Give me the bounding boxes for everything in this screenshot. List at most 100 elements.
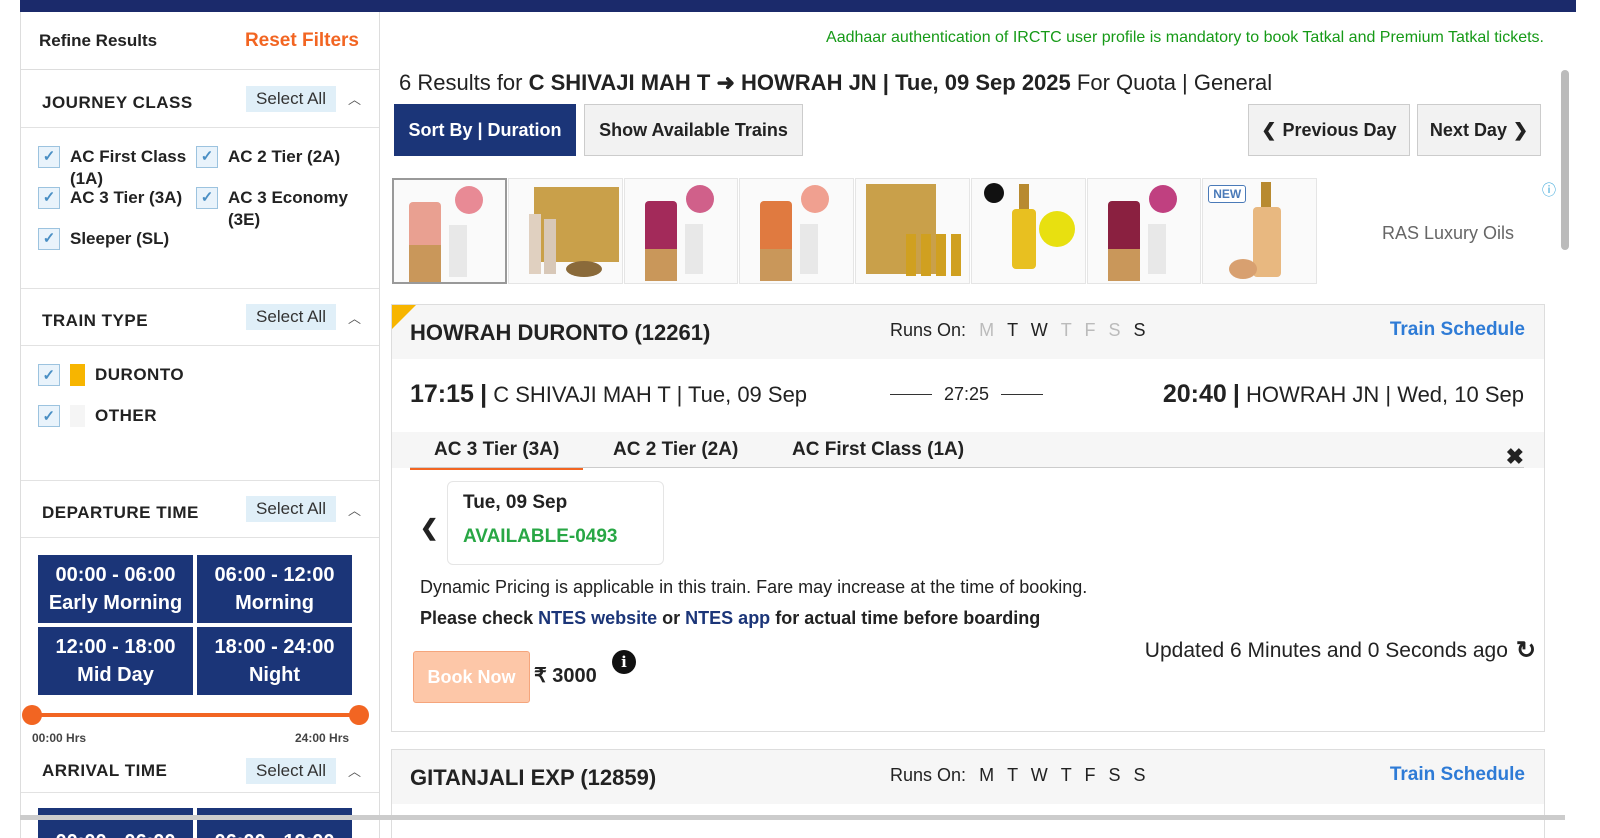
ad-product-lip-oil-wine[interactable]	[1086, 178, 1202, 284]
departure-time-select-all[interactable]: Select All	[246, 496, 336, 522]
runs-on: Runs On: M T W T F S S	[890, 765, 1146, 785]
arrival-time-header[interactable]: ARRIVAL TIME Select All ︿	[21, 749, 379, 793]
ad-new-badge: NEW	[1208, 185, 1247, 203]
class-tabs: AC 3 Tier (3A) AC 2 Tier (2A) AC First C…	[392, 432, 1544, 470]
sort-by-duration-button[interactable]: Sort By | Duration	[394, 104, 576, 156]
train-schedule-link[interactable]: Train Schedule	[1390, 764, 1525, 786]
checkbox-checked-icon[interactable]: ✓	[196, 146, 218, 168]
dynamic-pricing-note: Dynamic Pricing is applicable in this tr…	[420, 577, 1088, 597]
book-now-button[interactable]: Book Now	[413, 651, 530, 703]
train-type-other[interactable]: ✓ OTHER	[38, 405, 379, 427]
journey-class-select-all[interactable]: Select All	[246, 85, 336, 112]
ad-product-foundation[interactable]: NEW	[1202, 178, 1318, 284]
ad-product-lip-oil-orange[interactable]	[739, 178, 855, 284]
class-option-1a[interactable]: ✓ AC First Class (1A)	[38, 146, 195, 190]
updated-status: Updated 6 Minutes and 0 Seconds ago ↻	[1144, 636, 1536, 665]
ad-carousel: NEW	[392, 178, 1318, 284]
refine-title: Refine Results	[39, 30, 158, 50]
slider-max-label: 24:00 Hrs	[295, 731, 350, 745]
ad-info-icon[interactable]: ⓘ	[1542, 180, 1556, 200]
other-color-swatch	[70, 405, 85, 427]
fare-price: ₹ 3000	[534, 665, 597, 687]
booking-bar: Updated 6 Minutes and 0 Seconds ago ↻ Bo…	[392, 636, 1544, 731]
train-card-header: GITANJALI EXP (12859) Runs On: M T W T F…	[392, 750, 1544, 804]
previous-day-button[interactable]: ❮ Previous Day	[1248, 104, 1410, 156]
train-name: GITANJALI EXP (12859)	[410, 765, 657, 790]
class-option-3a[interactable]: ✓ AC 3 Tier (3A)	[38, 187, 182, 209]
journey-class-title: JOURNEY CLASS	[42, 92, 193, 112]
ntes-website-link[interactable]: NTES website	[538, 608, 657, 628]
chevron-left-icon[interactable]: ❮	[420, 515, 438, 541]
train-type-header[interactable]: TRAIN TYPE Select All ︿	[21, 288, 379, 346]
chevron-up-icon[interactable]: ︿	[348, 89, 361, 108]
slider-track	[33, 713, 359, 717]
checkbox-checked-icon[interactable]: ✓	[196, 187, 218, 209]
vertical-scrollbar[interactable]	[1561, 70, 1569, 250]
departure-info: 17:15 | C SHIVAJI MAH T | Tue, 09 Sep	[410, 380, 808, 408]
slider-min-label: 00:00 Hrs	[32, 731, 87, 745]
arrival-info: 20:40 | HOWRAH JN | Wed, 10 Sep	[1162, 380, 1524, 408]
departure-slot-night[interactable]: 18:00 - 24:00 Night	[197, 627, 352, 695]
departure-slot-morning[interactable]: 06:00 - 12:00 Morning	[197, 555, 352, 623]
availability-card[interactable]: Tue, 09 Sep AVAILABLE-0493	[447, 481, 664, 565]
checkbox-checked-icon[interactable]: ✓	[38, 228, 60, 250]
checkbox-checked-icon[interactable]: ✓	[38, 146, 60, 168]
show-available-trains-button[interactable]: Show Available Trains	[584, 104, 803, 156]
slider-max-handle[interactable]	[349, 705, 369, 725]
chevron-up-icon[interactable]: ︿	[348, 308, 361, 327]
arrival-slot-1[interactable]: 00:00 - 06:00	[38, 808, 193, 838]
results-main: Aadhaar authentication of IRCTC user pro…	[391, 12, 1557, 838]
ad-brand-name[interactable]: RAS Luxury Oils	[1382, 223, 1514, 244]
chevron-up-icon[interactable]: ︿	[348, 500, 361, 519]
tab-class-1a[interactable]: AC First Class (1A)	[792, 439, 964, 461]
class-option-3e[interactable]: ✓ AC 3 Economy (3E)	[196, 187, 358, 231]
horizontal-scrollbar[interactable]	[20, 815, 1565, 820]
ad-product-gift-set[interactable]	[507, 178, 623, 284]
departure-time-slider[interactable]: 00:00 Hrs 24:00 Hrs	[21, 695, 379, 755]
train-schedule-link[interactable]: Train Schedule	[1390, 319, 1525, 341]
next-day-button[interactable]: Next Day ❯	[1417, 104, 1541, 156]
close-icon[interactable]: ✖	[1506, 444, 1524, 470]
aadhaar-notice: Aadhaar authentication of IRCTC user pro…	[826, 29, 1544, 46]
train-type-options: ✓ DURONTO ✓ OTHER	[21, 346, 379, 492]
checkbox-checked-icon[interactable]: ✓	[38, 364, 60, 386]
results-summary: 6 Results for C SHIVAJI MAH T ➜ HOWRAH J…	[399, 70, 1273, 95]
departure-time-title: DEPARTURE TIME	[42, 503, 199, 522]
chevron-up-icon[interactable]: ︿	[348, 761, 361, 780]
train-type-select-all[interactable]: Select All	[246, 304, 336, 330]
ad-product-lip-oil-berry[interactable]	[623, 178, 739, 284]
journey-class-header[interactable]: JOURNEY CLASS Select All ︿	[21, 70, 379, 128]
top-bar	[20, 0, 1576, 12]
ad-product-lip-oil-pink[interactable]	[392, 178, 507, 284]
arrival-time-select-all[interactable]: Select All	[246, 757, 336, 784]
tab-underline	[410, 467, 1524, 468]
train-type-duronto[interactable]: ✓ DURONTO	[38, 364, 379, 386]
checkbox-checked-icon[interactable]: ✓	[38, 405, 60, 427]
tab-class-3a[interactable]: AC 3 Tier (3A)	[409, 439, 584, 470]
train-card-header: HOWRAH DURONTO (12261) Runs On: M T W T …	[392, 305, 1544, 359]
ad-product-serum[interactable]	[970, 178, 1086, 284]
timing-row: 17:15 | C SHIVAJI MAH T | Tue, 09 Sep 27…	[410, 380, 1524, 420]
checkbox-checked-icon[interactable]: ✓	[38, 187, 60, 209]
departure-time-header[interactable]: DEPARTURE TIME Select All ︿	[21, 480, 379, 538]
train-card: HOWRAH DURONTO (12261) Runs On: M T W T …	[391, 304, 1545, 732]
ntes-app-link[interactable]: NTES app	[685, 608, 770, 628]
tab-class-2a[interactable]: AC 2 Tier (2A)	[613, 439, 738, 461]
arrival-slot-2[interactable]: 06:00 - 12:00	[197, 808, 352, 838]
slider-min-handle[interactable]	[22, 705, 42, 725]
runs-on: Runs On: M T W T F S S	[890, 320, 1146, 340]
refine-header: Refine Results Reset Filters	[21, 12, 379, 70]
train-name: HOWRAH DURONTO (12261)	[410, 320, 711, 345]
info-icon[interactable]: i	[612, 650, 636, 674]
departure-slot-mid-day[interactable]: 12:00 - 18:00 Mid Day	[38, 627, 193, 695]
train-card: GITANJALI EXP (12859) Runs On: M T W T F…	[391, 749, 1545, 838]
departure-time-slots: 00:00 - 06:00 Early Morning 06:00 - 12:0…	[21, 538, 379, 695]
ad-product-gold-box[interactable]	[855, 178, 970, 284]
class-option-2a[interactable]: ✓ AC 2 Tier (2A)	[196, 146, 340, 168]
refresh-icon[interactable]: ↻	[1516, 636, 1536, 665]
reset-filters-link[interactable]: Reset Filters	[245, 30, 359, 52]
class-option-sl[interactable]: ✓ Sleeper (SL)	[38, 228, 169, 250]
departure-slot-early-morning[interactable]: 00:00 - 06:00 Early Morning	[38, 555, 193, 623]
arrival-time-title: ARRIVAL TIME	[42, 760, 168, 780]
duronto-color-swatch	[70, 364, 85, 386]
